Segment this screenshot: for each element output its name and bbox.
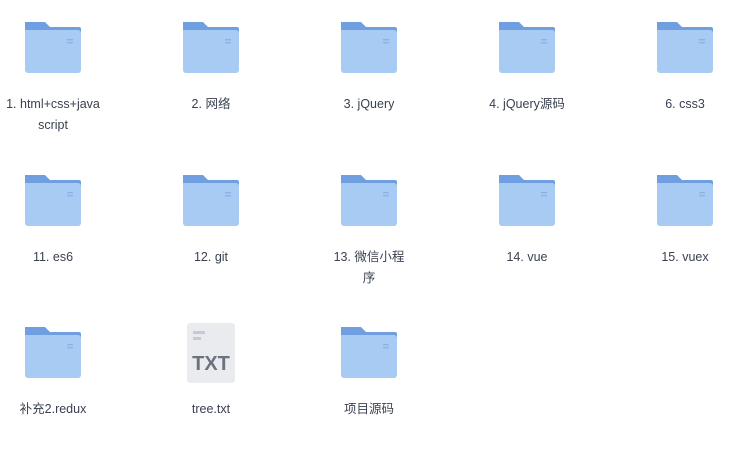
file-grid: 1. html+css+javascript 2. 网络 3. jQuery 4… — [0, 0, 739, 428]
folder-item-jquery[interactable]: 3. jQuery — [309, 18, 429, 158]
folder-item-wechat-miniprogram[interactable]: 13. 微信小程序 — [309, 171, 429, 311]
txt-icon-label: TXT — [192, 353, 230, 375]
folder-icon — [655, 18, 715, 78]
file-name: 12. git — [193, 250, 229, 264]
folder-item-redux[interactable]: 补充2.redux — [0, 323, 113, 463]
folder-item-project-source[interactable]: 项目源码 — [309, 323, 429, 463]
folder-icon — [23, 18, 83, 78]
folder-icon — [497, 18, 557, 78]
file-name: 6. css3 — [665, 97, 705, 111]
file-name: 项目源码 — [343, 402, 394, 416]
folder-icon — [655, 171, 715, 231]
folder-item-git[interactable]: 12. git — [151, 171, 271, 311]
file-name: 补充2.redux — [19, 402, 87, 416]
folder-icon — [339, 323, 399, 383]
folder-item-html-css-javascript[interactable]: 1. html+css+javascript — [0, 18, 113, 158]
folder-icon — [339, 171, 399, 231]
folder-item-jquery-source[interactable]: 4. jQuery源码 — [467, 18, 587, 158]
folder-item-network[interactable]: 2. 网络 — [151, 18, 271, 158]
file-name: 13. 微信小程序 — [333, 250, 405, 285]
folder-item-css3[interactable]: 6. css3 — [625, 18, 739, 158]
folder-icon — [497, 171, 557, 231]
file-name: 11. es6 — [32, 250, 74, 264]
folder-icon — [23, 171, 83, 231]
folder-item-es6[interactable]: 11. es6 — [0, 171, 113, 311]
file-item-tree-txt[interactable]: TXT tree.txt — [151, 323, 271, 463]
folder-icon — [181, 18, 241, 78]
folder-item-vue[interactable]: 14. vue — [467, 171, 587, 311]
folder-item-vuex[interactable]: 15. vuex — [625, 171, 739, 311]
file-name: tree.txt — [191, 402, 231, 416]
txt-file-icon: TXT — [181, 323, 241, 383]
file-name: 4. jQuery源码 — [489, 97, 565, 111]
file-name: 3. jQuery — [343, 97, 395, 111]
folder-icon — [181, 171, 241, 231]
file-name: 1. html+css+javascript — [6, 97, 100, 132]
folder-icon — [339, 18, 399, 78]
folder-icon — [23, 323, 83, 383]
file-name: 15. vuex — [661, 250, 709, 264]
file-name: 2. 网络 — [191, 97, 231, 111]
file-name: 14. vue — [506, 250, 548, 264]
